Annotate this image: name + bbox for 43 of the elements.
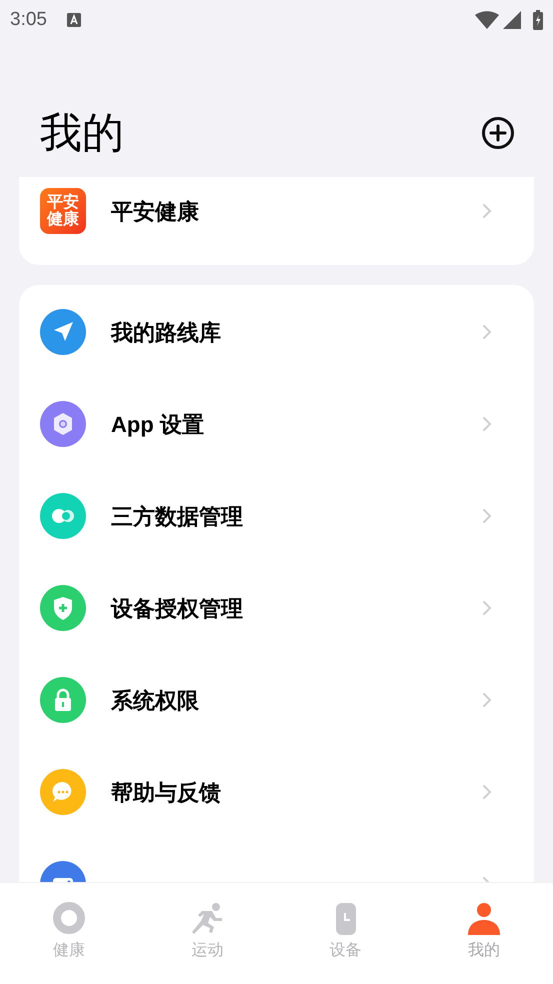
chevron-right-icon	[482, 203, 492, 219]
partner-card[interactable]: 平安 健康 平安健康	[19, 177, 534, 265]
menu-label: 平安健康	[111, 198, 200, 226]
me-tab-icon	[466, 901, 501, 937]
menu-label: 帮助与反馈	[111, 778, 222, 806]
chat-icon	[40, 769, 86, 815]
logo-text: 健康	[47, 211, 79, 228]
shield-icon	[40, 585, 86, 631]
chevron-right-icon	[482, 600, 492, 616]
menu-label: App 设置	[111, 410, 205, 439]
menu-item[interactable]: 三方数据管理	[19, 470, 534, 562]
status-time: 3:05	[10, 8, 47, 32]
chevron-right-icon	[482, 324, 492, 340]
chevron-right-icon	[482, 784, 492, 800]
tab-label: 健康	[53, 940, 86, 961]
tab-label: 我的	[468, 940, 500, 961]
battery-icon	[533, 10, 543, 30]
menu-item[interactable]: 我的路线库	[19, 286, 534, 378]
menu-label: 我的路线库	[111, 318, 222, 346]
tab-label: 运动	[191, 941, 224, 961]
chevron-right-icon	[482, 508, 492, 524]
settings-icon	[40, 401, 86, 447]
route-icon	[40, 309, 86, 355]
keyboard-notification-icon	[66, 13, 81, 27]
menu-label: 三方数据管理	[111, 502, 244, 530]
logo-text: 平安	[47, 194, 79, 211]
add-icon[interactable]	[481, 116, 515, 150]
health-tab-icon	[52, 901, 86, 937]
data-icon	[40, 493, 86, 539]
menu-item[interactable]: 设备授权管理	[19, 562, 534, 654]
menu-item[interactable]: 系统权限	[19, 654, 534, 746]
chevron-right-icon	[482, 416, 492, 432]
wifi-icon	[475, 11, 499, 29]
lock-icon	[40, 677, 86, 723]
chevron-right-icon	[482, 692, 492, 708]
tab-label: 设备	[330, 941, 362, 961]
menu-item[interactable]: 帮助与反馈	[19, 746, 534, 838]
page-title: 我的	[40, 108, 124, 158]
menu-label: 设备授权管理	[111, 594, 244, 622]
signal-icon	[503, 11, 521, 29]
menu-item[interactable]: App 设置	[19, 378, 534, 470]
sport-tab-icon	[190, 901, 224, 937]
menu-label: 系统权限	[111, 686, 200, 714]
